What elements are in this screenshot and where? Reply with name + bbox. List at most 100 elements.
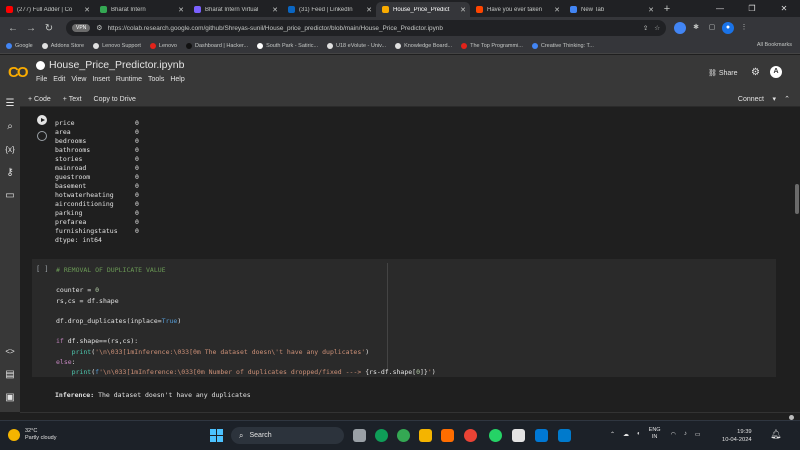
add-code-button[interactable]: + Code	[28, 96, 51, 103]
weather-condition: Partly cloudy	[25, 435, 57, 441]
volume-icon[interactable]: ♪	[684, 431, 687, 437]
colab-logo[interactable]: CO	[8, 64, 28, 81]
connect-button[interactable]: Connect	[738, 96, 764, 103]
forward-icon[interactable]: →	[24, 23, 38, 34]
browser-tab[interactable]: Bharat Intern ✕	[94, 2, 188, 17]
file-explorer-icon[interactable]	[419, 429, 432, 442]
code-snippets-icon[interactable]: <>	[4, 346, 16, 358]
cloud-icon[interactable]: ☁	[623, 431, 629, 438]
share-page-icon[interactable]: ⇪	[643, 24, 648, 32]
close-window-icon[interactable]: ✕	[768, 0, 800, 17]
output-options-icon[interactable]	[37, 131, 47, 141]
bookmark-star-icon[interactable]: ☆	[654, 24, 660, 32]
wifi-icon[interactable]: ◠	[671, 431, 676, 438]
browser-tab[interactable]: (31) Feed | LinkedIn ✕	[282, 2, 376, 17]
notification-bell-icon[interactable]: 🔔︎	[770, 429, 781, 440]
clock[interactable]: 19:39 10-04-2024	[722, 428, 752, 444]
puzzle-icon[interactable]: ✱	[690, 22, 702, 34]
tab-close-icon[interactable]: ✕	[366, 6, 372, 14]
browser-tab[interactable]: Have you ever taken ✕	[470, 2, 564, 17]
taskbar-search[interactable]: ⌕ Search	[231, 427, 344, 444]
bookmark-item[interactable]: Creative Thinking: T...	[531, 43, 594, 49]
notion-icon[interactable]	[512, 429, 525, 442]
profile-icon[interactable]: ●	[722, 22, 734, 34]
settings-gear-icon[interactable]: ⚙	[751, 67, 760, 78]
restore-icon[interactable]: ❐	[736, 0, 768, 17]
menu-item[interactable]: Edit	[53, 76, 65, 83]
notebook-title[interactable]: House_Price_Predictor.ipynb	[49, 59, 184, 71]
browser-tab[interactable]: Bharat Intern Virtual ✕	[188, 2, 282, 17]
tab-close-icon[interactable]: ✕	[178, 6, 184, 14]
menu-item[interactable]: File	[36, 76, 47, 83]
files-folder-icon[interactable]: ▭	[4, 190, 16, 202]
table-of-contents-icon[interactable]: ☰	[4, 98, 16, 110]
site-info-icon[interactable]: ⚙	[96, 24, 102, 32]
omnibox[interactable]: VPN ⚙ https://colab.research.google.com/…	[66, 20, 666, 36]
extension-icon[interactable]	[674, 22, 686, 34]
edge-icon[interactable]	[375, 429, 388, 442]
bookmark-item[interactable]: U18 eVolute - Univ...	[327, 43, 386, 49]
bookmark-item[interactable]: The Top Programmi...	[461, 43, 523, 49]
new-tab-button[interactable]: +	[658, 2, 676, 17]
variables-icon[interactable]: {x}	[4, 144, 16, 156]
browser-tab[interactable]: New Tab ✕	[564, 2, 658, 17]
back-icon[interactable]: ←	[6, 23, 20, 34]
search-icon[interactable]: ⌕	[4, 121, 16, 133]
cell-run-prompt[interactable]: [ ]	[36, 265, 49, 273]
start-windows-icon[interactable]	[210, 429, 223, 442]
tab-close-icon[interactable]: ✕	[554, 6, 560, 14]
secrets-key-icon[interactable]: ⚷	[4, 167, 16, 179]
vpn-badge[interactable]: VPN	[72, 24, 91, 32]
tab-close-icon[interactable]: ✕	[460, 6, 466, 14]
bookmark-item[interactable]: Lenovo Support	[93, 43, 141, 49]
vertical-scrollbar[interactable]	[792, 108, 800, 412]
browser-tab[interactable]: House_Price_Predict ✕	[376, 2, 470, 17]
bookmark-item[interactable]: Google	[6, 43, 33, 49]
command-palette-icon[interactable]: ▤	[4, 369, 16, 381]
battery-icon[interactable]: ▭	[695, 431, 701, 438]
share-button[interactable]: ⛓ Share	[708, 69, 738, 77]
bookmark-item[interactable]: South Park - Satiric...	[257, 43, 318, 49]
language-indicator[interactable]: ENG IN	[649, 427, 661, 441]
bookmark-item[interactable]: Dashboard | Hacker...	[185, 43, 248, 49]
horizontal-scrollbar[interactable]	[20, 412, 800, 420]
bookmark-item[interactable]: Lenovo	[149, 43, 177, 49]
account-avatar[interactable]: A	[770, 66, 782, 78]
minimize-icon[interactable]: —	[704, 0, 736, 17]
tab-close-icon[interactable]: ✕	[648, 6, 654, 14]
add-text-button[interactable]: + Text	[63, 96, 82, 103]
scrollbar-thumb[interactable]	[795, 184, 799, 214]
browser-tab[interactable]: (277) Full Adder | Co ✕	[0, 2, 94, 17]
tab-close-icon[interactable]: ✕	[272, 6, 278, 14]
browser-menu-icon[interactable]: ⋮	[738, 22, 750, 34]
menu-item[interactable]: Help	[170, 76, 184, 83]
chevron-down-icon[interactable]: ▾	[772, 95, 776, 103]
whatsapp-icon[interactable]	[489, 429, 502, 442]
url-text[interactable]: https://colab.research.google.com/github…	[108, 25, 637, 32]
menu-item[interactable]: View	[71, 76, 86, 83]
chevron-up-icon[interactable]: ⌃	[610, 431, 615, 438]
onedrive-icon[interactable]: ◐	[637, 431, 641, 437]
code-editor[interactable]: # REMOVAL OF DUPLICATE VALUE counter = 0…	[56, 265, 436, 377]
menu-item[interactable]: Runtime	[116, 76, 142, 83]
chrome-icon[interactable]	[397, 429, 410, 442]
run-cell-icon[interactable]	[37, 115, 47, 125]
vscode-icon[interactable]	[558, 429, 571, 442]
bookmark-item[interactable]: Knowledge Board...	[395, 43, 452, 49]
chrome-active-icon[interactable]	[464, 429, 477, 442]
reload-icon[interactable]: ↻	[42, 23, 56, 34]
bookmark-item[interactable]: Addons Store	[41, 43, 84, 49]
tab-close-icon[interactable]: ✕	[84, 6, 90, 14]
copy-to-drive-button[interactable]: Copy to Drive	[94, 96, 136, 103]
sidebar-icon[interactable]: ▢	[706, 22, 718, 34]
terminal-icon[interactable]: ▣	[4, 392, 16, 404]
menu-item[interactable]: Tools	[148, 76, 164, 83]
menu-item[interactable]: Insert	[92, 76, 110, 83]
app-icon[interactable]	[441, 429, 454, 442]
collapse-up-icon[interactable]: ⌃	[784, 95, 790, 103]
code-cell[interactable]: [ ] # REMOVAL OF DUPLICATE VALUE counter…	[32, 259, 776, 377]
weather-widget[interactable]: 32°C Partly cloudy	[8, 428, 57, 442]
outlook-icon[interactable]	[535, 429, 548, 442]
all-bookmarks-link[interactable]: All Bookmarks	[757, 42, 792, 48]
task-view-icon[interactable]	[353, 429, 366, 442]
